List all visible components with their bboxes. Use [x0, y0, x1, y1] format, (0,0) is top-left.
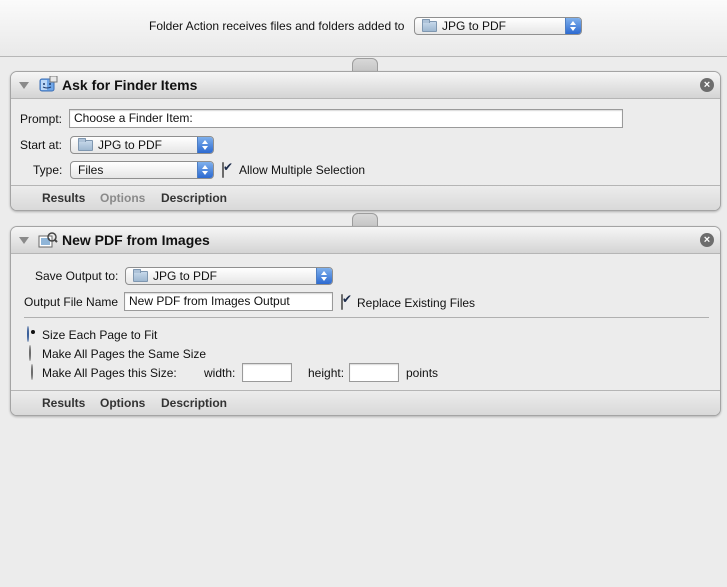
workflow-empty-area[interactable] [0, 420, 727, 587]
disclosure-triangle-icon[interactable] [19, 237, 29, 244]
radio-size-to-fit-label: Size Each Page to Fit [42, 328, 158, 342]
save-output-label: Save Output to: [35, 269, 119, 283]
popup-arrows-icon [197, 162, 213, 178]
action-connector [352, 58, 378, 72]
save-output-popup[interactable]: JPG to PDF [125, 267, 333, 285]
height-label: height: [308, 366, 345, 380]
radio-same-size[interactable] [29, 345, 31, 361]
output-file-name-label: Output File Name [24, 295, 119, 309]
popup-arrows-icon [565, 18, 581, 34]
folder-icon [78, 137, 93, 151]
replace-existing-label: Replace Existing Files [357, 296, 476, 310]
type-label: Type: [33, 163, 63, 177]
points-label: points [406, 366, 439, 380]
tab-description[interactable]: Description [161, 396, 227, 410]
action-footer: Results Options Description [11, 390, 720, 415]
action-title: Ask for Finder Items [62, 77, 198, 93]
preview-action-icon [38, 232, 58, 248]
close-icon[interactable]: × [700, 233, 714, 247]
start-at-label: Start at: [20, 138, 63, 152]
replace-existing-checkbox[interactable] [341, 294, 343, 310]
action-footer: Results Options Description [11, 185, 720, 210]
tab-results[interactable]: Results [42, 396, 85, 410]
save-output-value: JPG to PDF [153, 269, 218, 283]
tab-results[interactable]: Results [42, 191, 85, 205]
folder-icon [422, 18, 437, 32]
prompt-label: Prompt: [20, 112, 63, 126]
popup-arrows-icon [316, 268, 332, 284]
radio-size-to-fit[interactable] [27, 326, 29, 342]
action-connector [352, 213, 378, 227]
height-input[interactable] [349, 363, 399, 382]
close-icon[interactable]: × [700, 78, 714, 92]
type-value: Files [78, 163, 104, 177]
divider [24, 317, 709, 318]
prompt-input[interactable]: Choose a Finder Item: [69, 109, 623, 128]
output-file-name-input[interactable]: New PDF from Images Output [124, 292, 333, 311]
radio-same-size-label: Make All Pages the Same Size [42, 347, 207, 361]
folder-icon [133, 268, 148, 282]
folder-action-popup-value: JPG to PDF [442, 19, 507, 33]
start-at-popup[interactable]: JPG to PDF [70, 136, 214, 154]
width-label: width: [204, 366, 236, 380]
finder-action-icon [39, 76, 58, 92]
tab-options[interactable]: Options [100, 396, 145, 410]
allow-multiple-label: Allow Multiple Selection [239, 163, 366, 177]
width-input[interactable] [242, 363, 292, 382]
disclosure-triangle-icon[interactable] [19, 82, 29, 89]
action-ask-for-finder-items: Ask for Finder Items × Prompt: Choose a … [10, 71, 721, 211]
tab-description[interactable]: Description [161, 191, 227, 205]
radio-custom-size[interactable] [31, 364, 33, 380]
workflow-header: Folder Action receives files and folders… [0, 0, 727, 57]
type-popup[interactable]: Files [70, 161, 214, 179]
action-title-bar[interactable]: New PDF from Images × [11, 227, 720, 254]
folder-action-label: Folder Action receives files and folders… [149, 19, 405, 33]
popup-arrows-icon [197, 137, 213, 153]
action-new-pdf-from-images: New PDF from Images × Save Output to: JP… [10, 226, 721, 416]
action-title-bar[interactable]: Ask for Finder Items × [11, 72, 720, 99]
tab-options[interactable]: Options [100, 191, 145, 205]
allow-multiple-checkbox[interactable] [222, 162, 224, 178]
folder-action-popup[interactable]: JPG to PDF [414, 17, 582, 35]
start-at-value: JPG to PDF [98, 138, 163, 152]
radio-custom-size-label: Make All Pages this Size: [42, 366, 177, 380]
action-title: New PDF from Images [62, 232, 210, 248]
